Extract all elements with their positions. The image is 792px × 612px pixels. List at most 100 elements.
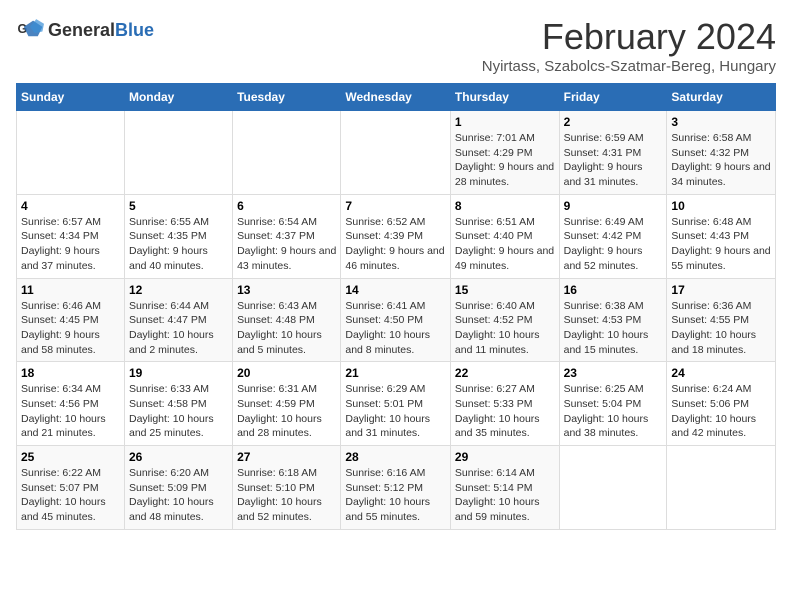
calendar-cell: 3Sunrise: 6:58 AM Sunset: 4:32 PM Daylig… bbox=[667, 111, 776, 195]
day-info: Sunrise: 6:54 AM Sunset: 4:37 PM Dayligh… bbox=[237, 215, 336, 274]
calendar-cell: 5 Sunrise: 6:55 AM Sunset: 4:35 PM Daylig… bbox=[124, 194, 232, 278]
calendar-cell: 8 Sunrise: 6:51 AM Sunset: 4:40 PM Daylig… bbox=[450, 194, 559, 278]
day-number: 27 bbox=[237, 450, 336, 464]
logo-general: General bbox=[48, 20, 115, 40]
day-number: 22 bbox=[455, 366, 555, 380]
day-number: 2 bbox=[564, 115, 663, 129]
day-number: 11 bbox=[21, 283, 120, 297]
day-info: Sunrise: 7:01 AM Sunset: 4:29 PM Dayligh… bbox=[455, 131, 555, 190]
day-number: 19 bbox=[129, 366, 228, 380]
day-number: 20 bbox=[237, 366, 336, 380]
day-number: 23 bbox=[564, 366, 663, 380]
day-number: 17 bbox=[671, 283, 771, 297]
week-row-3: 11 Sunrise: 6:46 AM Sunset: 4:45 PM Dayli… bbox=[17, 278, 776, 362]
calendar-cell: 6 Sunrise: 6:54 AM Sunset: 4:37 PM Daylig… bbox=[233, 194, 341, 278]
day-info: Sunrise: 6:52 AM Sunset: 4:39 PM Dayligh… bbox=[345, 215, 446, 274]
calendar-cell: 9Sunrise: 6:49 AM Sunset: 4:42 PM Daylig… bbox=[559, 194, 667, 278]
calendar-cell: 13 Sunrise: 6:43 AM Sunset: 4:48 PM Dayli… bbox=[233, 278, 341, 362]
calendar-body: 1 Sunrise: 7:01 AM Sunset: 4:29 PM Daylig… bbox=[17, 111, 776, 530]
logo-blue: Blue bbox=[115, 20, 154, 40]
day-number: 24 bbox=[671, 366, 771, 380]
day-number: 14 bbox=[345, 283, 446, 297]
day-info: Sunrise: 6:20 AM Sunset: 5:09 PM Dayligh… bbox=[129, 466, 228, 525]
day-number: 8 bbox=[455, 199, 555, 213]
day-info: Sunrise: 6:38 AM Sunset: 4:53 PM Dayligh… bbox=[564, 299, 663, 358]
day-number: 5 bbox=[129, 199, 228, 213]
day-info: Sunrise: 6:18 AM Sunset: 5:10 PM Dayligh… bbox=[237, 466, 336, 525]
month-title: February 2024 bbox=[482, 16, 776, 58]
calendar-cell: 10Sunrise: 6:48 AM Sunset: 4:43 PM Dayli… bbox=[667, 194, 776, 278]
day-info: Sunrise: 6:57 AM Sunset: 4:34 PM Dayligh… bbox=[21, 215, 120, 274]
days-of-week-row: SundayMondayTuesdayWednesdayThursdayFrid… bbox=[17, 84, 776, 111]
calendar-cell: 14 Sunrise: 6:41 AM Sunset: 4:50 PM Dayli… bbox=[341, 278, 451, 362]
day-info: Sunrise: 6:25 AM Sunset: 5:04 PM Dayligh… bbox=[564, 382, 663, 441]
day-number: 13 bbox=[237, 283, 336, 297]
week-row-5: 25 Sunrise: 6:22 AM Sunset: 5:07 PM Dayli… bbox=[17, 446, 776, 530]
day-of-week-friday: Friday bbox=[559, 84, 667, 111]
day-of-week-monday: Monday bbox=[124, 84, 232, 111]
day-info: Sunrise: 6:55 AM Sunset: 4:35 PM Dayligh… bbox=[129, 215, 228, 274]
calendar-cell: 15Sunrise: 6:40 AM Sunset: 4:52 PM Dayli… bbox=[450, 278, 559, 362]
day-info: Sunrise: 6:41 AM Sunset: 4:50 PM Dayligh… bbox=[345, 299, 446, 358]
day-info: Sunrise: 6:24 AM Sunset: 5:06 PM Dayligh… bbox=[671, 382, 771, 441]
calendar-cell: 2 Sunrise: 6:59 AM Sunset: 4:31 PM Daylig… bbox=[559, 111, 667, 195]
calendar-cell: 16 Sunrise: 6:38 AM Sunset: 4:53 PM Dayli… bbox=[559, 278, 667, 362]
day-info: Sunrise: 6:46 AM Sunset: 4:45 PM Dayligh… bbox=[21, 299, 120, 358]
day-of-week-tuesday: Tuesday bbox=[233, 84, 341, 111]
day-number: 12 bbox=[129, 283, 228, 297]
day-of-week-thursday: Thursday bbox=[450, 84, 559, 111]
calendar-cell: 4Sunrise: 6:57 AM Sunset: 4:34 PM Daylig… bbox=[17, 194, 125, 278]
day-number: 29 bbox=[455, 450, 555, 464]
day-number: 16 bbox=[564, 283, 663, 297]
calendar-cell: 20 Sunrise: 6:31 AM Sunset: 4:59 PM Dayli… bbox=[233, 362, 341, 446]
calendar-cell bbox=[667, 446, 776, 530]
day-info: Sunrise: 6:51 AM Sunset: 4:40 PM Dayligh… bbox=[455, 215, 555, 274]
day-number: 7 bbox=[345, 199, 446, 213]
day-info: Sunrise: 6:34 AM Sunset: 4:56 PM Dayligh… bbox=[21, 382, 120, 441]
calendar-cell: 22 Sunrise: 6:27 AM Sunset: 5:33 PM Dayli… bbox=[450, 362, 559, 446]
day-number: 1 bbox=[455, 115, 555, 129]
week-row-4: 18 Sunrise: 6:34 AM Sunset: 4:56 PM Dayli… bbox=[17, 362, 776, 446]
day-number: 6 bbox=[237, 199, 336, 213]
day-info: Sunrise: 6:44 AM Sunset: 4:47 PM Dayligh… bbox=[129, 299, 228, 358]
week-row-2: 4Sunrise: 6:57 AM Sunset: 4:34 PM Daylig… bbox=[17, 194, 776, 278]
calendar-cell: 21Sunrise: 6:29 AM Sunset: 5:01 PM Dayli… bbox=[341, 362, 451, 446]
week-row-1: 1 Sunrise: 7:01 AM Sunset: 4:29 PM Daylig… bbox=[17, 111, 776, 195]
calendar-cell: 23 Sunrise: 6:25 AM Sunset: 5:04 PM Dayli… bbox=[559, 362, 667, 446]
calendar-cell: 19Sunrise: 6:33 AM Sunset: 4:58 PM Dayli… bbox=[124, 362, 232, 446]
calendar-cell: 27 Sunrise: 6:18 AM Sunset: 5:10 PM Dayli… bbox=[233, 446, 341, 530]
day-info: Sunrise: 6:22 AM Sunset: 5:07 PM Dayligh… bbox=[21, 466, 120, 525]
calendar-cell bbox=[17, 111, 125, 195]
day-info: Sunrise: 6:36 AM Sunset: 4:55 PM Dayligh… bbox=[671, 299, 771, 358]
logo: G GeneralBlue bbox=[16, 16, 154, 44]
calendar-cell bbox=[124, 111, 232, 195]
calendar-cell: 25 Sunrise: 6:22 AM Sunset: 5:07 PM Dayli… bbox=[17, 446, 125, 530]
day-info: Sunrise: 6:58 AM Sunset: 4:32 PM Dayligh… bbox=[671, 131, 771, 190]
day-info: Sunrise: 6:27 AM Sunset: 5:33 PM Dayligh… bbox=[455, 382, 555, 441]
location-title: Nyirtass, Szabolcs-Szatmar-Bereg, Hungar… bbox=[482, 58, 776, 75]
day-info: Sunrise: 6:14 AM Sunset: 5:14 PM Dayligh… bbox=[455, 466, 555, 525]
day-number: 28 bbox=[345, 450, 446, 464]
calendar-cell: 18 Sunrise: 6:34 AM Sunset: 4:56 PM Dayli… bbox=[17, 362, 125, 446]
calendar-cell: 29 Sunrise: 6:14 AM Sunset: 5:14 PM Dayli… bbox=[450, 446, 559, 530]
calendar-cell: 26 Sunrise: 6:20 AM Sunset: 5:09 PM Dayli… bbox=[124, 446, 232, 530]
calendar-cell bbox=[341, 111, 451, 195]
calendar-cell: 1 Sunrise: 7:01 AM Sunset: 4:29 PM Daylig… bbox=[450, 111, 559, 195]
calendar-cell bbox=[233, 111, 341, 195]
day-info: Sunrise: 6:59 AM Sunset: 4:31 PM Dayligh… bbox=[564, 131, 663, 190]
day-number: 25 bbox=[21, 450, 120, 464]
day-number: 26 bbox=[129, 450, 228, 464]
day-info: Sunrise: 6:48 AM Sunset: 4:43 PM Dayligh… bbox=[671, 215, 771, 274]
day-info: Sunrise: 6:31 AM Sunset: 4:59 PM Dayligh… bbox=[237, 382, 336, 441]
day-of-week-wednesday: Wednesday bbox=[341, 84, 451, 111]
calendar-cell: 7 Sunrise: 6:52 AM Sunset: 4:39 PM Daylig… bbox=[341, 194, 451, 278]
calendar-table: SundayMondayTuesdayWednesdayThursdayFrid… bbox=[16, 83, 776, 530]
day-info: Sunrise: 6:29 AM Sunset: 5:01 PM Dayligh… bbox=[345, 382, 446, 441]
day-info: Sunrise: 6:49 AM Sunset: 4:42 PM Dayligh… bbox=[564, 215, 663, 274]
day-number: 18 bbox=[21, 366, 120, 380]
day-number: 15 bbox=[455, 283, 555, 297]
day-info: Sunrise: 6:16 AM Sunset: 5:12 PM Dayligh… bbox=[345, 466, 446, 525]
day-info: Sunrise: 6:43 AM Sunset: 4:48 PM Dayligh… bbox=[237, 299, 336, 358]
calendar-header: SundayMondayTuesdayWednesdayThursdayFrid… bbox=[17, 84, 776, 111]
day-of-week-saturday: Saturday bbox=[667, 84, 776, 111]
